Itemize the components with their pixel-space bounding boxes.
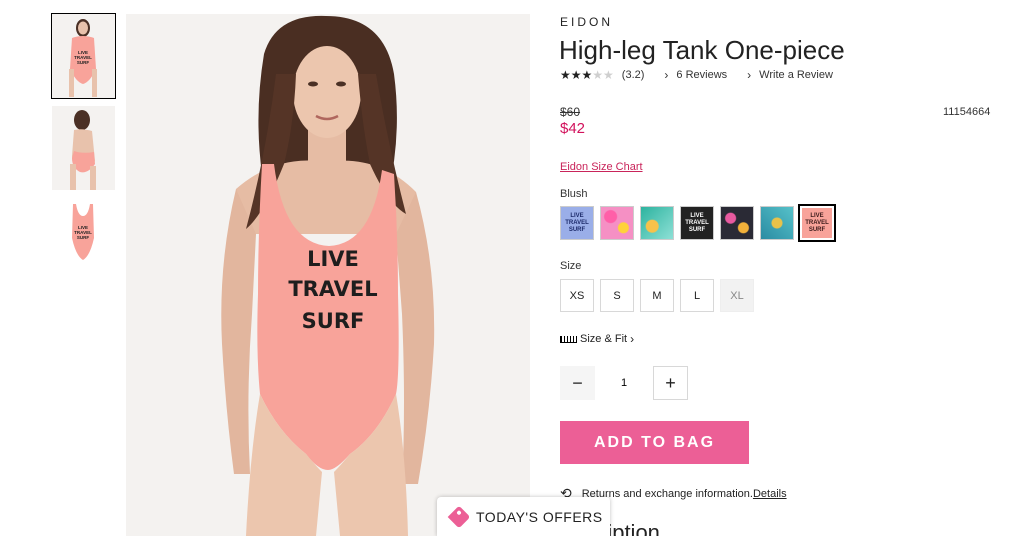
size-label: Size: [560, 260, 582, 272]
swatch-print-line: SURF: [688, 226, 706, 233]
swatch-print-line: TRAVEL: [805, 219, 829, 226]
swatch-print-text: LIVE TRAVEL SURF: [805, 213, 829, 234]
main-product-image: LIVE TRAVEL SURF: [126, 14, 530, 536]
rating-stars: ★★★★★: [560, 68, 614, 82]
decrease-quantity-button[interactable]: −: [560, 366, 595, 400]
size-xs-button[interactable]: XS: [560, 279, 594, 312]
product-title: High-leg Tank One-piece: [559, 35, 845, 65]
color-swatches: LIVE TRAVEL SURF LIVE TRAVEL SURF LIVE TRAVEL SU…: [560, 204, 836, 242]
thumbnail-gallery: LIVE TRAVEL SURF LIVE TRAVEL SURF: [51, 13, 116, 290]
thumbnail-front[interactable]: LIVE TRAVEL SURF: [51, 13, 116, 99]
svg-text:SURF: SURF: [77, 235, 90, 240]
write-review-label: Write a Review: [759, 69, 833, 81]
swatch-print-line: LIVE: [570, 212, 584, 219]
swatch-periwinkle-live-travel-surf[interactable]: LIVE TRAVEL SURF: [560, 206, 594, 240]
chevron-right-icon: ›: [630, 332, 635, 346]
size-fit-label: Size & Fit: [580, 333, 628, 345]
size-xl-button[interactable]: XL: [720, 279, 754, 312]
ruler-icon: [560, 335, 577, 343]
swatch-tropical-teal[interactable]: [640, 206, 674, 240]
write-review-link[interactable]: › Write a Review: [747, 68, 833, 82]
quantity-stepper: − 1 +: [560, 366, 688, 400]
swatch-print-line: SURF: [808, 226, 826, 233]
price-tag-icon: [447, 505, 471, 528]
chevron-right-icon: ›: [747, 68, 752, 82]
todays-offers-label: TODAY'S OFFERS: [476, 508, 603, 525]
swatch-dark-floral[interactable]: [720, 206, 754, 240]
thumbnail-product-flat[interactable]: LIVE TRAVEL SURF: [52, 198, 115, 282]
swatch-print-line: TRAVEL: [565, 219, 589, 226]
swatch-print-line: LIVE: [690, 212, 704, 219]
returns-details-link[interactable]: Details: [753, 488, 787, 500]
brand-name: EIDON: [560, 15, 614, 29]
swatch-print-text: LIVE TRAVEL SURF: [685, 213, 709, 234]
product-sku: 11154664: [943, 106, 991, 118]
original-price: $60: [560, 105, 581, 119]
print-line-3: SURF: [302, 309, 365, 333]
swatch-print-line: LIVE: [810, 212, 824, 219]
rating-row: ★★★★★ (3.2) › 6 Reviews › Write a Review: [560, 68, 833, 82]
swatch-print-line: TRAVEL: [685, 219, 709, 226]
reviews-label: 6 Reviews: [676, 69, 728, 81]
print-line-1: LIVE: [307, 247, 359, 271]
swatch-black-live-travel-surf[interactable]: LIVE TRAVEL SURF: [680, 206, 714, 240]
swatch-print-text: LIVE TRAVEL SURF: [565, 213, 589, 234]
selected-color-name: Blush: [560, 188, 588, 200]
size-s-button[interactable]: S: [600, 279, 634, 312]
chevron-right-icon: ›: [664, 68, 669, 82]
rating-value: (3.2): [621, 69, 645, 81]
sale-price: $42: [560, 120, 586, 137]
add-to-bag-button[interactable]: ADD TO BAG: [560, 421, 749, 464]
increase-quantity-button[interactable]: +: [653, 366, 688, 400]
size-chart-link[interactable]: Eidon Size Chart: [560, 161, 643, 173]
swatch-floral-pink[interactable]: [600, 206, 634, 240]
quantity-value[interactable]: 1: [595, 377, 653, 389]
svg-text:SURF: SURF: [77, 60, 90, 65]
swatch-print-line: SURF: [568, 226, 586, 233]
print-line-2: TRAVEL: [288, 277, 377, 301]
reviews-link[interactable]: › 6 Reviews: [664, 68, 727, 82]
swatch-blush-live-travel-surf[interactable]: LIVE TRAVEL SURF: [798, 204, 836, 242]
thumbnail-back[interactable]: [52, 106, 115, 190]
size-l-button[interactable]: L: [680, 279, 714, 312]
size-options: XS S M L XL: [560, 279, 754, 312]
size-m-button[interactable]: M: [640, 279, 674, 312]
todays-offers-tab[interactable]: TODAY'S OFFERS: [437, 497, 610, 536]
swatch-teal-pattern[interactable]: [760, 206, 794, 240]
size-fit-link[interactable]: Size & Fit ›: [560, 332, 634, 346]
